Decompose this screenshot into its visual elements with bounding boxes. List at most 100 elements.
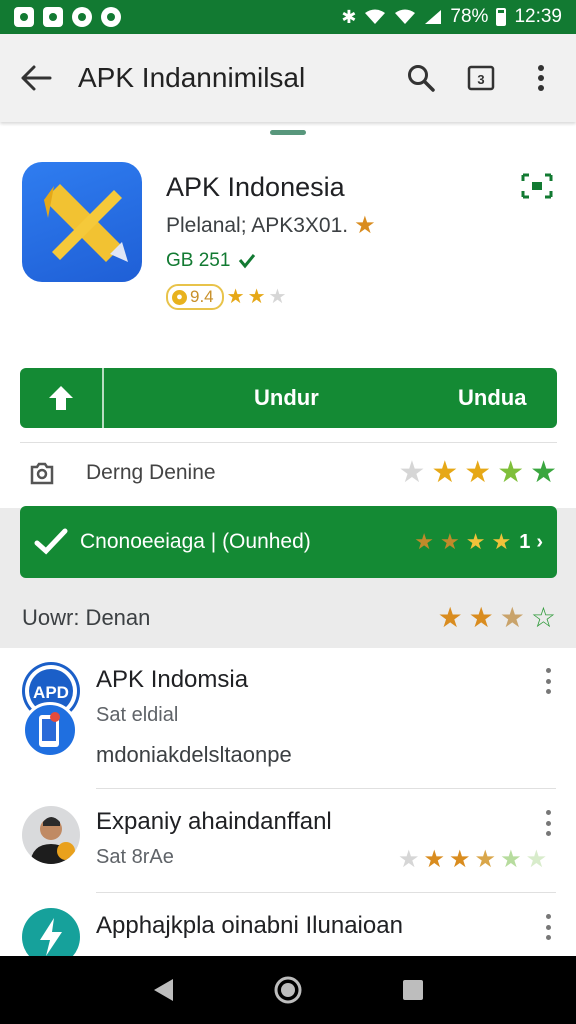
banner-stars: ★ ★ ★ ★ 1 › xyxy=(414,531,543,554)
star-icon: ★ xyxy=(423,846,446,873)
avatar-secondary xyxy=(22,702,78,758)
app-title: APK Indonesia xyxy=(166,172,345,202)
star-icon: ★ xyxy=(468,602,494,633)
item-more-button[interactable] xyxy=(538,668,558,694)
avatar xyxy=(22,806,80,864)
install-label[interactable]: Undur xyxy=(254,385,319,411)
nav-back-button[interactable] xyxy=(148,975,178,1005)
list-item[interactable]: Expaniy ahaindanffanl Sat 8rAe ★ ★ ★ ★ ★… xyxy=(0,790,576,894)
star-icon: ★ xyxy=(449,846,471,873)
nav-recents-button[interactable] xyxy=(398,975,428,1005)
divider xyxy=(96,892,556,893)
music-notification-icon xyxy=(72,7,92,27)
bluetooth-icon: ✱ xyxy=(341,7,357,27)
wishlist-button[interactable] xyxy=(520,171,554,201)
list-item[interactable]: Apphajkpla oinabni Ilunaioan xyxy=(0,894,576,956)
star-icon: ★ xyxy=(440,529,460,554)
nav-back-icon xyxy=(153,979,173,1001)
search-icon xyxy=(408,65,435,92)
star-icon: ★ xyxy=(530,456,557,489)
star-outline-icon: ☆ xyxy=(530,602,556,633)
phone-icon xyxy=(39,712,60,747)
developer-row[interactable]: Derng Denine ★ ★ ★ ★ ★ xyxy=(20,446,557,500)
tabs-button[interactable]: 3 xyxy=(464,61,498,95)
item-subtitle: Sat 8rAe xyxy=(96,846,174,868)
page-title: APK Indannimilsal xyxy=(78,62,306,93)
list-item[interactable]: APD APK Indomsia Sat eldial mdoniakdelsl… xyxy=(0,650,576,788)
star-icon: ★ xyxy=(268,286,287,308)
upload-icon xyxy=(49,386,73,410)
item-more-button[interactable] xyxy=(538,914,558,940)
reviews-stars: ★ ★ ★ ☆ xyxy=(438,604,556,632)
star-icon: ★ xyxy=(398,456,426,489)
system-nav-bar xyxy=(0,956,576,1024)
back-button[interactable] xyxy=(12,54,60,102)
item-description: mdoniakdelsltaonpe xyxy=(96,742,292,767)
reviews-header[interactable]: Uowr: Denan ★ ★ ★ ☆ xyxy=(22,596,556,640)
star-icon: ★ xyxy=(398,846,420,873)
star-icon: ★ xyxy=(491,529,512,554)
status-bar: ✱ 78% 12:39 xyxy=(0,0,576,34)
star-icon: ★ xyxy=(525,846,548,873)
search-button[interactable] xyxy=(404,61,438,95)
divider xyxy=(96,788,556,789)
star-icon: ★ xyxy=(499,602,525,633)
star-icon: ★ xyxy=(464,456,492,489)
signal-icon xyxy=(425,10,442,24)
back-arrow-icon xyxy=(21,65,52,91)
top-app-bar: APK Indannimilsal 3 xyxy=(0,34,576,122)
chevron-right-icon: › xyxy=(536,530,543,553)
app-developer[interactable]: Plelanal; APK3X01. xyxy=(166,214,348,238)
rating-value: 9.4 xyxy=(190,287,214,306)
item-title-text: Expaniy ahaindanffanl xyxy=(96,808,332,835)
divider xyxy=(20,442,557,443)
nav-home-button[interactable] xyxy=(273,975,303,1005)
info-banner[interactable]: Cnonoeeiaga | (Ounhed) ★ ★ ★ ★ 1 › xyxy=(20,506,557,578)
person-icon xyxy=(30,817,75,864)
item-more-button[interactable] xyxy=(538,810,558,836)
camera-icon xyxy=(30,462,54,485)
image-notification-icon xyxy=(43,7,63,27)
star-icon: ★ xyxy=(437,602,463,633)
app-size-row: GB 251 xyxy=(166,250,256,272)
rating-badge: ● 9.4 xyxy=(166,284,224,310)
sheet-drag-handle[interactable] xyxy=(270,130,306,135)
bookmark-icon xyxy=(521,173,553,199)
item-title: Apphajkpla oinabni Ilunaioan xyxy=(96,912,403,939)
overflow-menu-button[interactable] xyxy=(524,61,558,95)
reviews-label: Uowr: Denan xyxy=(22,605,151,630)
notification-icon xyxy=(14,7,34,27)
app-screen: ✱ 78% 12:39 APK Indannimilsal 3 APK Indo… xyxy=(0,0,576,1024)
clock: 12:39 xyxy=(514,6,562,27)
coin-icon: ● xyxy=(172,289,187,305)
avatar xyxy=(22,908,80,956)
install-button[interactable]: Undur Undua xyxy=(20,368,557,428)
app-size: GB 251 xyxy=(166,250,231,271)
check-pen-icon xyxy=(34,528,68,555)
more-vert-icon xyxy=(538,65,544,91)
rating-row: ● 9.4 ★ ★ ★ xyxy=(166,284,286,310)
star-icon: ★ xyxy=(431,456,459,489)
item-subtitle: Sat eldial xyxy=(96,704,179,726)
wifi-2-icon xyxy=(395,9,416,24)
item-stars: ★ ★ ★ ★ ★ ★ xyxy=(398,848,547,872)
star-icon: ★ xyxy=(247,286,266,308)
app-icon[interactable] xyxy=(22,162,142,282)
tab-icon: 3 xyxy=(467,65,495,91)
battery-icon xyxy=(496,8,507,26)
item-title: APK Indomsia xyxy=(96,666,249,693)
bolt-icon xyxy=(40,918,62,956)
star-icon: ★ xyxy=(500,846,522,873)
app-logo-icon xyxy=(44,184,128,262)
developer-stars: ★ ★ ★ ★ ★ xyxy=(398,458,557,488)
nav-recents-icon xyxy=(403,980,424,1000)
app-subtitle: Plelanal; APK3X01. ★ xyxy=(166,214,376,238)
star-icon: ★ xyxy=(354,212,376,239)
star-icon: ★ xyxy=(465,529,486,554)
star-icon: ★ xyxy=(497,456,525,489)
nav-home-icon xyxy=(274,976,302,1004)
item-title: Expaniy ahaindanffanl xyxy=(96,808,332,836)
install-secondary-label[interactable]: Undua xyxy=(458,385,526,411)
install-icon-area[interactable] xyxy=(20,368,104,428)
star-icon: ★ xyxy=(474,846,497,873)
